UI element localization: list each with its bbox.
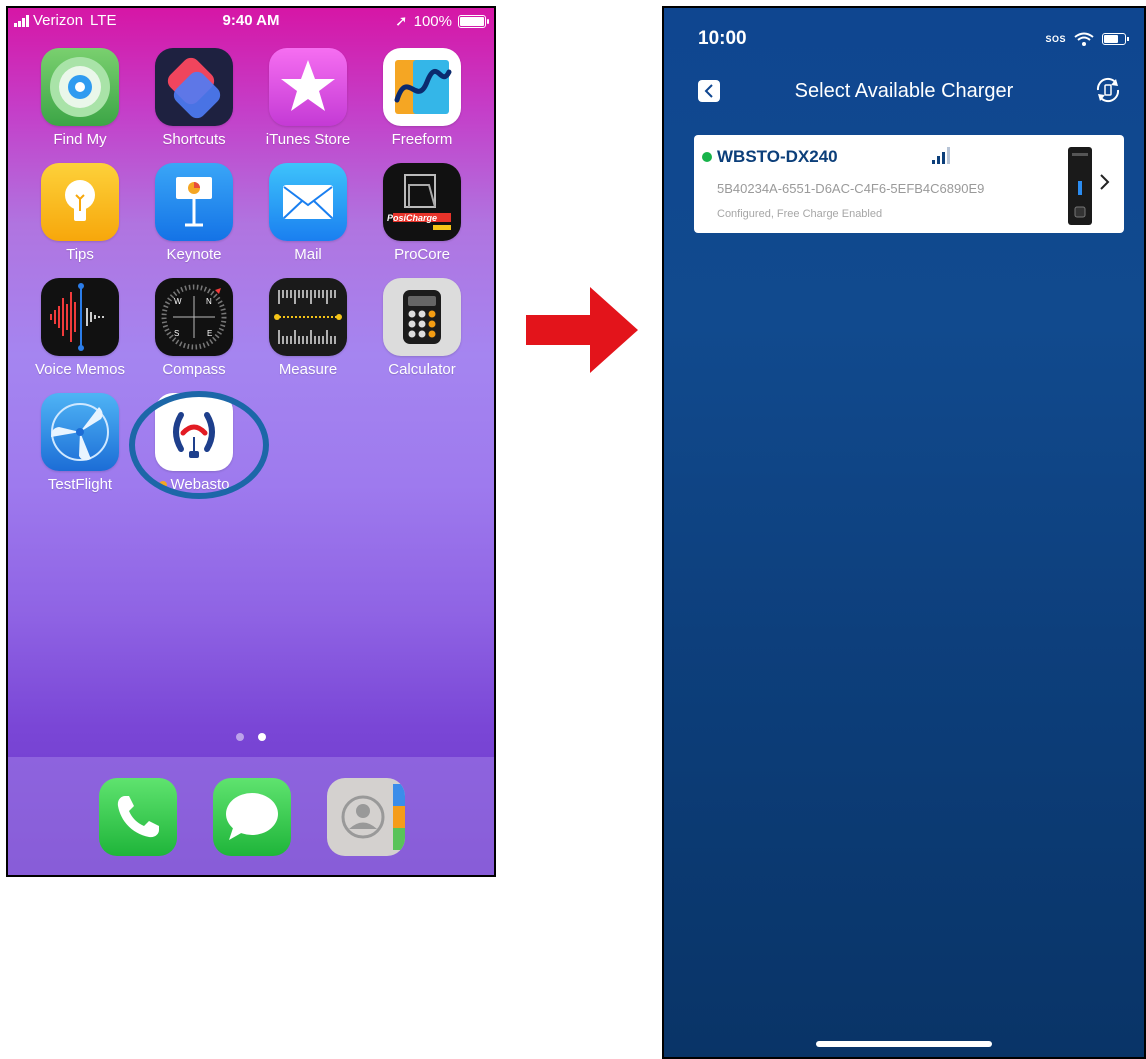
app-label: Measure <box>278 361 338 378</box>
app-mail[interactable]: Mail <box>258 163 358 263</box>
status-bar: 10:00 SOS <box>664 8 1144 66</box>
svg-text:N: N <box>206 297 212 306</box>
find-my-icon <box>41 48 119 126</box>
voice-memos-icon <box>41 278 119 356</box>
status-time: 10:00 <box>698 28 747 49</box>
tips-icon <box>41 163 119 241</box>
app-voice-memos[interactable]: Voice Memos <box>30 278 130 378</box>
app-label: iTunes Store <box>265 131 351 148</box>
mail-icon <box>269 163 347 241</box>
app-label: Compass <box>162 361 226 378</box>
app-label: Shortcuts <box>162 131 226 148</box>
app-label: Tips <box>66 246 94 263</box>
battery-percent: 100% <box>413 12 452 30</box>
signal-strength-icon <box>932 147 950 164</box>
contacts-icon[interactable] <box>327 778 405 856</box>
app-testflight[interactable]: TestFlight <box>30 393 130 493</box>
charger-list-item[interactable]: WBSTO-DX240 5B40234A-6551-D6AC-C4F6-5EFB… <box>694 135 1124 233</box>
arrow-right-icon <box>526 287 638 373</box>
app-keynote[interactable]: Keynote <box>144 163 244 263</box>
wifi-icon <box>1074 32 1094 46</box>
measure-icon <box>269 278 347 356</box>
app-label: TestFlight <box>47 476 113 493</box>
app-itunes-store[interactable]: iTunes Store <box>258 48 358 148</box>
sos-indicator: SOS <box>1045 34 1066 44</box>
highlight-circle <box>129 391 269 499</box>
compass-icon: W N S E <box>155 278 233 356</box>
calculator-icon <box>383 278 461 356</box>
dock <box>8 757 494 875</box>
app-find-my[interactable]: Find My <box>30 48 130 148</box>
chevron-right-icon <box>1100 174 1110 190</box>
refresh-charger-icon[interactable] <box>1092 74 1124 106</box>
page-indicator[interactable] <box>8 733 494 741</box>
online-status-dot <box>702 152 712 162</box>
svg-text:S: S <box>174 329 179 338</box>
charger-id: 5B40234A-6551-D6AC-C4F6-5EFB4C6890E9 <box>717 181 985 196</box>
charger-select-screen: 10:00 SOS Select Available Charger WBSTO… <box>662 6 1146 1059</box>
battery-icon <box>458 14 489 28</box>
nav-bar: Select Available Charger <box>664 66 1144 124</box>
app-label: Calculator <box>388 361 456 378</box>
app-label: Keynote <box>166 246 222 263</box>
svg-text:E: E <box>207 329 212 338</box>
procore-icon: PosiCharge <box>383 163 461 241</box>
app-compass[interactable]: W N S E Compass <box>144 278 244 378</box>
app-label: Find My <box>53 131 107 148</box>
itunes-store-icon <box>269 48 347 126</box>
testflight-icon <box>41 393 119 471</box>
page-dot <box>236 733 244 741</box>
home-screen: Verizon LTE 9:40 AM ➚ 100% Find My Short… <box>6 6 496 877</box>
app-procore[interactable]: PosiCharge ProCore <box>372 163 472 263</box>
charger-status: Configured, Free Charge Enabled <box>717 208 883 220</box>
home-indicator[interactable] <box>816 1041 992 1047</box>
charger-name: WBSTO-DX240 <box>717 147 838 166</box>
app-label: ProCore <box>394 246 450 263</box>
status-bar: Verizon LTE 9:40 AM ➚ 100% <box>8 8 494 34</box>
app-label: Voice Memos <box>34 361 126 378</box>
wallbox-charger-icon <box>1068 147 1092 225</box>
freeform-icon <box>383 48 461 126</box>
location-icon: ➚ <box>395 13 408 30</box>
battery-icon <box>1102 33 1129 45</box>
app-calculator[interactable]: Calculator <box>372 278 472 378</box>
keynote-icon <box>155 163 233 241</box>
shortcuts-icon <box>155 48 233 126</box>
app-tips[interactable]: Tips <box>30 163 130 263</box>
app-label: Freeform <box>391 131 453 148</box>
page-dot-current <box>258 733 266 741</box>
app-freeform[interactable]: Freeform <box>372 48 472 148</box>
app-label: Mail <box>294 246 322 263</box>
app-measure[interactable]: Measure <box>258 278 358 378</box>
app-shortcuts[interactable]: Shortcuts <box>144 48 244 148</box>
procore-icon-text: PosiCharge <box>387 213 438 223</box>
page-title: Select Available Charger <box>794 80 1014 102</box>
phone-icon[interactable] <box>99 778 177 856</box>
messages-icon[interactable] <box>213 778 291 856</box>
svg-text:W: W <box>174 297 182 306</box>
